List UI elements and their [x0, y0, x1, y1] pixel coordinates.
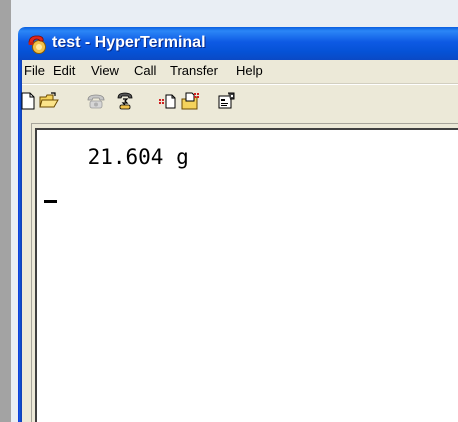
background-window-edge	[0, 0, 11, 422]
terminal-line-weight: 21.604 g	[37, 145, 189, 169]
hyperterminal-phone-icon	[28, 35, 46, 54]
title-bar[interactable]: test - HyperTerminal	[18, 27, 458, 60]
properties-icon[interactable]	[217, 92, 237, 110]
blank-document-icon[interactable]	[19, 92, 39, 110]
terminal-cursor	[44, 200, 57, 203]
hyperterminal-window: test - HyperTerminal File Edit View Call…	[18, 27, 458, 422]
telephone-icon[interactable]	[86, 92, 106, 110]
menu-bar: File Edit View Call Transfer Help	[22, 60, 458, 84]
terminal-screen[interactable]: 21.604 g	[35, 128, 458, 422]
toolbar	[19, 84, 458, 117]
receive-folder-icon[interactable]	[180, 92, 200, 110]
client-area: 21.604 g	[22, 116, 458, 422]
menu-help[interactable]: Help	[236, 63, 263, 78]
menu-view[interactable]: View	[91, 63, 119, 78]
menu-edit[interactable]: Edit	[53, 63, 75, 78]
menu-transfer[interactable]: Transfer	[170, 63, 218, 78]
send-document-icon[interactable]	[158, 92, 178, 110]
menu-call[interactable]: Call	[134, 63, 156, 78]
open-folder-icon[interactable]	[39, 92, 59, 110]
hangup-phone-icon[interactable]	[115, 92, 135, 110]
menu-file[interactable]: File	[24, 63, 45, 78]
window-title: test - HyperTerminal	[52, 34, 206, 51]
